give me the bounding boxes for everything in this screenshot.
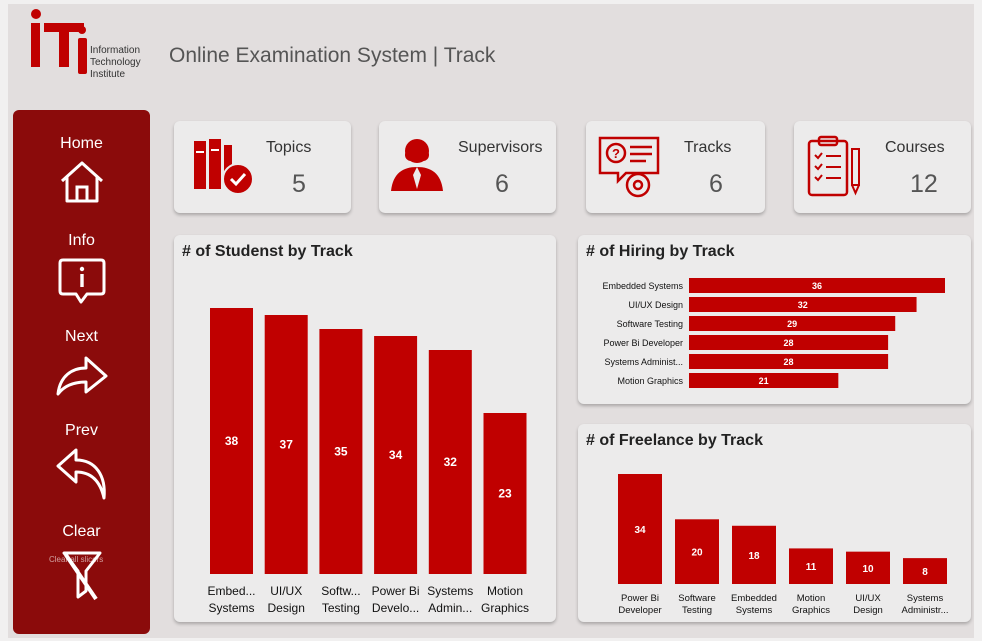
category-label: Design xyxy=(268,601,305,615)
clear-slicers-tooltip: Clear all slicers xyxy=(49,555,104,564)
category-label: Testing xyxy=(682,605,712,616)
nav-next-button[interactable]: Next xyxy=(13,328,150,398)
kpi-card-courses: Courses 12 xyxy=(794,121,971,213)
category-label: Systems xyxy=(208,601,254,615)
bar-value-label: 10 xyxy=(862,564,874,575)
bar-value-label: 34 xyxy=(389,448,403,462)
nav-next-label: Next xyxy=(65,328,98,345)
logo-line-3: Institute xyxy=(90,69,126,80)
logo-text: Information Technology Institute xyxy=(90,45,141,81)
bar-value-label: 32 xyxy=(444,455,458,469)
svg-text:?: ? xyxy=(612,146,620,161)
bar-value-label: 8 xyxy=(922,567,928,578)
category-label: Systems xyxy=(907,593,944,604)
students-by-track-chart: 38 Embed... Systems 37 UI/UX Design 35 Softw...… xyxy=(207,308,529,615)
category-label: UI/UX xyxy=(270,584,302,598)
kpi-tracks-value: 6 xyxy=(709,170,723,198)
clipboard-checklist-icon xyxy=(807,135,860,197)
freelance-by-track-chart: 34 Power BiDeveloper 20 SoftwareTesting 18 Em… xyxy=(618,474,949,616)
nav-home-label: Home xyxy=(60,135,103,152)
bar-value-label: 37 xyxy=(280,438,294,452)
students-by-track-panel: # of Studenst by Track 38 Embed... Systems… xyxy=(174,235,556,622)
bar-value-label: 28 xyxy=(784,338,794,348)
nav-prev-button[interactable]: Prev xyxy=(13,422,150,502)
person-icon xyxy=(391,139,443,191)
bar-value-label: 34 xyxy=(634,525,646,536)
nav-clear-label: Clear xyxy=(62,523,101,540)
category-label: Software Testing xyxy=(617,319,683,329)
category-label: Systems Administ... xyxy=(604,357,683,367)
bar-value-label: 28 xyxy=(784,357,794,367)
logo-line-2: Technology xyxy=(90,57,141,68)
category-label: Testing xyxy=(322,601,360,615)
kpi-supervisors-value: 6 xyxy=(495,170,509,198)
bar-value-label: 38 xyxy=(225,434,239,448)
kpi-topics-label: Topics xyxy=(266,139,312,156)
kpi-card-tracks: ? Tracks 6 xyxy=(586,121,765,213)
category-label: Embed... xyxy=(207,584,255,598)
category-label: Motion Graphics xyxy=(617,376,683,386)
home-icon xyxy=(60,161,103,203)
category-label: Systems xyxy=(736,605,773,616)
category-label: UI/UX Design xyxy=(628,300,683,310)
nav-home-button[interactable]: Home xyxy=(13,135,150,205)
logo-line-1: Information xyxy=(90,45,141,56)
bar-value-label: 29 xyxy=(787,319,797,329)
category-label: Motion xyxy=(487,584,523,598)
category-label: Embedded xyxy=(731,593,777,604)
category-label: Graphics xyxy=(481,601,529,615)
kpi-topics-value: 5 xyxy=(292,170,306,198)
nav-info-button[interactable]: Info xyxy=(13,232,150,306)
category-label: Admin... xyxy=(428,601,472,615)
category-label: Power Bi xyxy=(372,584,420,598)
reply-arrow-icon xyxy=(56,448,106,500)
category-label: Graphics xyxy=(792,605,830,616)
page-title: Online Examination System | Track xyxy=(169,44,496,67)
category-label: UI/UX xyxy=(855,593,881,604)
info-bubble-icon xyxy=(58,258,105,304)
bar-value-label: 18 xyxy=(748,551,760,562)
category-label: Develo... xyxy=(372,601,419,615)
category-label: Motion xyxy=(797,593,826,604)
iti-logo-mark xyxy=(31,9,87,74)
freelance-by-track-panel: # of Freelance by Track 34 Power Bi Develo… xyxy=(578,424,971,622)
bar-value-label: 20 xyxy=(691,548,703,559)
kpi-courses-label: Courses xyxy=(885,139,945,156)
bar-value-label: 32 xyxy=(798,300,808,310)
bar-value-label: 23 xyxy=(498,487,512,501)
nav-info-label: Info xyxy=(68,232,95,249)
bar-value-label: 11 xyxy=(806,562,817,573)
question-chat-icon: ? xyxy=(598,136,660,198)
category-label: Software xyxy=(678,593,716,604)
category-label: Embedded Systems xyxy=(602,281,683,291)
category-label: Systems xyxy=(427,584,473,598)
category-label: Administr... xyxy=(902,605,949,616)
books-check-icon xyxy=(194,139,254,195)
nav-prev-label: Prev xyxy=(65,422,98,439)
category-label: Design xyxy=(853,605,883,616)
category-label: Developer xyxy=(618,605,661,616)
kpi-card-topics: Topics 5 xyxy=(174,121,351,213)
bar-value-label: 35 xyxy=(334,445,348,459)
kpi-card-supervisors: Supervisors 6 xyxy=(379,121,556,213)
category-label: Power Bi xyxy=(621,593,659,604)
hiring-by-track-chart: 36 Embedded Systems 32 UI/UX Design 29 Softwa… xyxy=(602,278,945,388)
bar-value-label: 21 xyxy=(759,376,769,386)
kpi-tracks-label: Tracks xyxy=(684,139,732,156)
hiring-by-track-panel: # of Hiring by Track 36 Embedded Systems 3… xyxy=(578,235,971,404)
kpi-supervisors-label: Supervisors xyxy=(458,139,543,156)
category-label: Softw... xyxy=(321,584,360,598)
forward-arrow-icon xyxy=(56,356,107,396)
bar-value-label: 36 xyxy=(812,281,822,291)
category-label: Power Bi Developer xyxy=(603,338,683,348)
kpi-courses-value: 12 xyxy=(910,170,938,198)
